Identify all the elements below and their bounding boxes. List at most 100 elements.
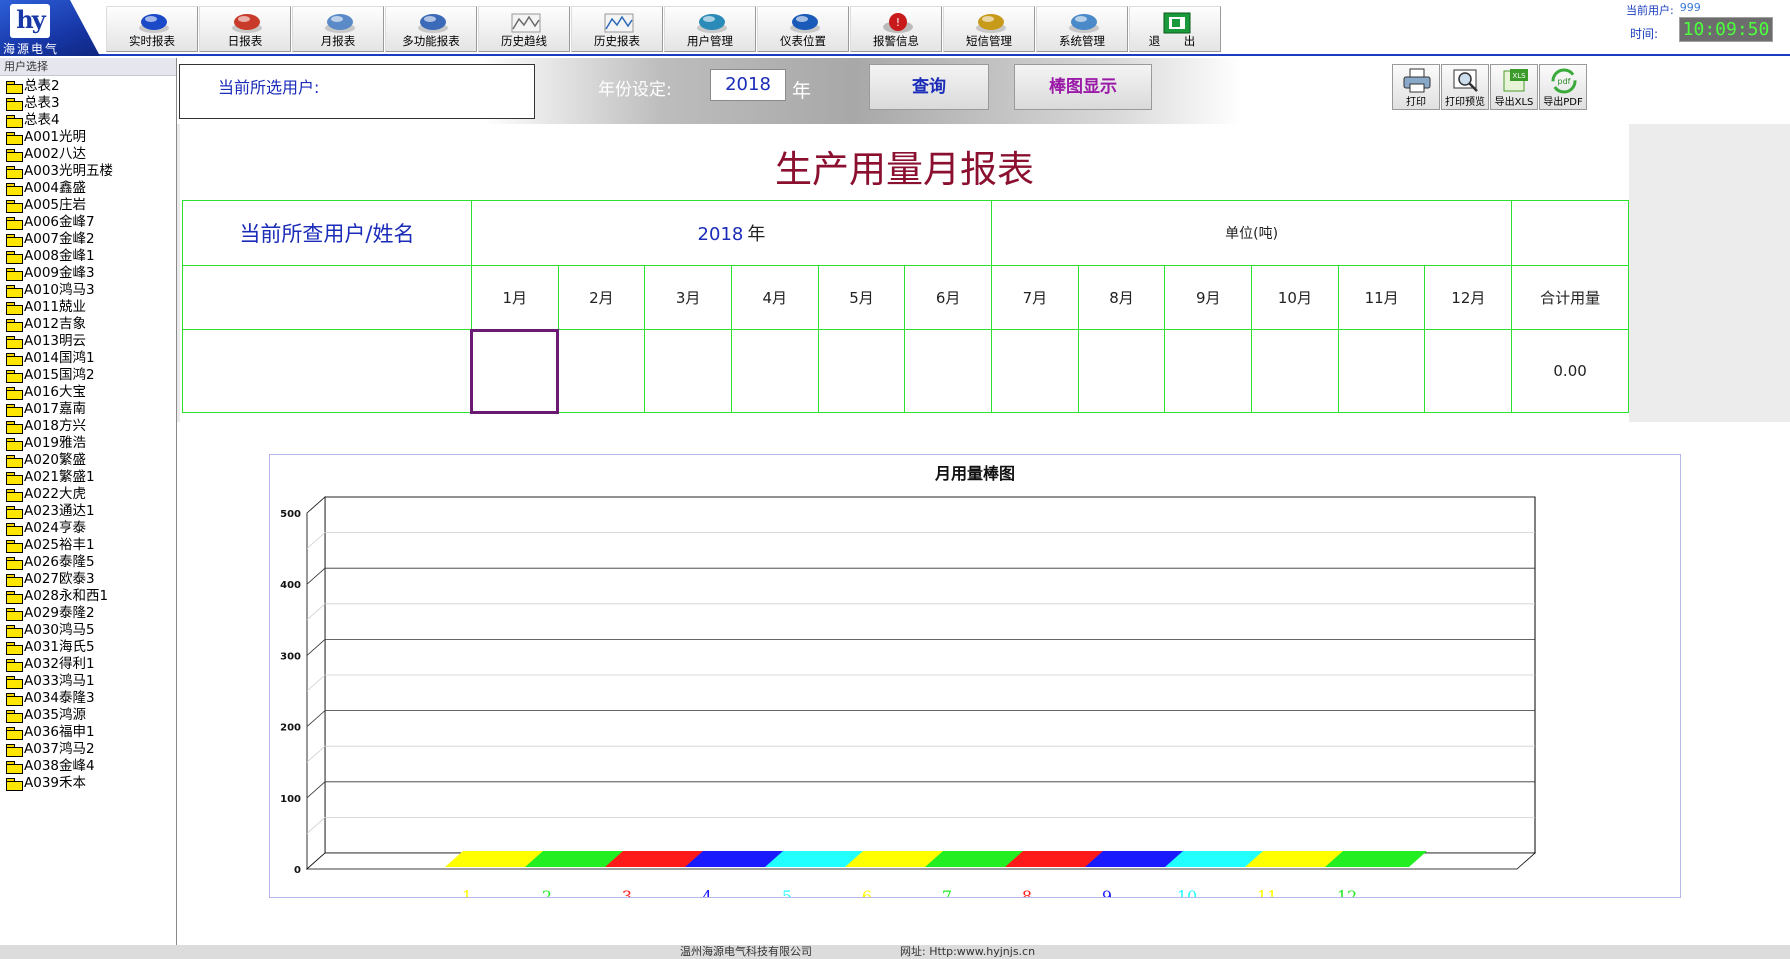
year-input[interactable]: 2018 <box>710 69 786 101</box>
toolbar-button-6[interactable]: 历史报表 <box>571 6 663 52</box>
user-tree-item[interactable]: A020繁盛 <box>0 452 176 469</box>
user-tree-item[interactable]: A028永和西1 <box>0 588 176 605</box>
user-tree-item[interactable]: A014国鸿1 <box>0 350 176 367</box>
folder-icon <box>6 319 23 332</box>
table-header-row: 当前所查用户/姓名 2018 年 单位(吨) <box>182 200 1629 266</box>
user-tree-item[interactable]: A009金峰3 <box>0 265 176 282</box>
user-tree-item-label: A013明云 <box>24 333 87 349</box>
export-pdf-button[interactable]: pdf 导出PDF <box>1539 64 1587 110</box>
user-tree-item[interactable]: A026泰隆5 <box>0 554 176 571</box>
month-value-cell[interactable] <box>1424 329 1513 413</box>
user-tree-item[interactable]: A003光明五楼 <box>0 163 176 180</box>
toolbar-button-4[interactable]: 多功能报表 <box>385 6 477 52</box>
folder-icon <box>6 353 23 366</box>
x-tick-label: 6 <box>862 887 872 897</box>
user-tree-item[interactable]: A024亨泰 <box>0 520 176 537</box>
month-value-cell[interactable] <box>644 329 732 413</box>
y-tick-label: 0 <box>294 865 301 876</box>
toolbar-button-9[interactable]: ! 报警信息 <box>850 6 942 52</box>
user-tree-item[interactable]: A016大宝 <box>0 384 176 401</box>
bar-chart-button[interactable]: 棒图显示 <box>1014 64 1152 110</box>
toolbar-button-11[interactable]: 系统管理 <box>1036 6 1128 52</box>
user-tree-item[interactable]: A029泰隆2 <box>0 605 176 622</box>
toolbar-button-8[interactable]: 仪表位置 <box>757 6 849 52</box>
user-tree-item[interactable]: 总表3 <box>0 95 176 112</box>
month-value-cell[interactable] <box>904 329 993 413</box>
print-button[interactable]: 打印 <box>1392 64 1440 110</box>
user-tree-item[interactable]: A012吉象 <box>0 316 176 333</box>
user-tree-item[interactable]: 总表4 <box>0 112 176 129</box>
chart-area: 月用量棒图 0 100 200 300 400 500 1 2 3 4 5 6 7 8 9 10 11 12 <box>177 422 1790 945</box>
print-preview-button[interactable]: 打印预览 <box>1441 64 1489 110</box>
user-tree-item-label: A017嘉南 <box>24 401 87 417</box>
user-tree-item[interactable]: A021繁盛1 <box>0 469 176 486</box>
month-value-cell[interactable] <box>1337 329 1426 413</box>
user-tree-item[interactable]: A017嘉南 <box>0 401 176 418</box>
month-value-cell[interactable] <box>1164 329 1253 413</box>
user-tree-panel: 用户选择 总表2 总表3 总表4 A001光明 A002八达 A003光明五楼 A004鑫盛… <box>0 58 177 945</box>
user-tree-item[interactable]: A032得利1 <box>0 656 176 673</box>
user-tree-item[interactable]: A030鸿马5 <box>0 622 176 639</box>
user-tree-item[interactable]: A010鸿马3 <box>0 282 176 299</box>
user-tree-item[interactable]: A039禾本 <box>0 775 176 792</box>
toolbar-button-label: 短信管理 <box>966 34 1012 48</box>
user-tree-item[interactable]: A025裕丰1 <box>0 537 176 554</box>
month-value-cell[interactable] <box>1077 329 1166 413</box>
month-value-cell[interactable] <box>470 328 560 414</box>
user-tree-item[interactable]: A019雅浩 <box>0 435 176 452</box>
user-tree-item[interactable]: A036福申1 <box>0 724 176 741</box>
user-tree-item-label: A028永和西1 <box>24 588 109 604</box>
user-tree-item[interactable]: A031海氏5 <box>0 639 176 656</box>
toolbar-button-label: 仪表位置 <box>780 34 826 48</box>
user-tree-item[interactable]: A005庄岩 <box>0 197 176 214</box>
toolbar-button-12[interactable]: 退 出 <box>1129 6 1221 52</box>
toolbar-button-1[interactable]: 实时报表 <box>106 6 198 52</box>
folder-icon <box>6 404 23 417</box>
user-tree-item-label: A019雅浩 <box>24 435 87 451</box>
month-value-cell[interactable] <box>730 329 819 413</box>
user-tree-item[interactable]: A002八达 <box>0 146 176 163</box>
excel-icon: XLS <box>1503 69 1528 92</box>
user-tree-item[interactable]: A038金峰4 <box>0 758 176 775</box>
toolbar-button-10[interactable]: 短信管理 <box>943 6 1035 52</box>
user-tree-item[interactable]: A033鸿马1 <box>0 673 176 690</box>
query-button[interactable]: 查询 <box>869 64 989 110</box>
month-value-cell[interactable] <box>1251 329 1339 413</box>
user-list: 总表2 总表3 总表4 A001光明 A002八达 A003光明五楼 A004鑫盛 A005庄… <box>0 76 176 792</box>
folder-icon <box>6 268 23 281</box>
user-tree-item[interactable]: A004鑫盛 <box>0 180 176 197</box>
folder-icon <box>6 727 23 740</box>
user-tree-item[interactable]: A018方兴 <box>0 418 176 435</box>
export-xls-button[interactable]: XLS 导出XLS <box>1490 64 1538 110</box>
x-tick-label: 8 <box>1022 887 1032 897</box>
user-tree-item[interactable]: A001光明 <box>0 129 176 146</box>
toolbar-button-7[interactable]: 用户管理 <box>664 6 756 52</box>
folder-icon <box>6 744 23 757</box>
user-tree-item[interactable]: A022大虎 <box>0 486 176 503</box>
clock-display: 10:09:50 <box>1679 17 1773 42</box>
toolbar-button-3[interactable]: 月报表 <box>292 6 384 52</box>
user-tree-item[interactable]: 总表2 <box>0 78 176 95</box>
x-tick-label: 7 <box>942 887 952 897</box>
folder-icon <box>6 166 23 179</box>
user-tree-item[interactable]: A015国鸿2 <box>0 367 176 384</box>
user-tree-item[interactable]: A027欧泰3 <box>0 571 176 588</box>
user-tree-item[interactable]: A037鸿马2 <box>0 741 176 758</box>
user-tree-item[interactable]: A008金峰1 <box>0 248 176 265</box>
table-row: 0.00 <box>182 328 1629 414</box>
month-value-cell[interactable] <box>557 329 646 413</box>
toolbar-button-2[interactable]: 日报表 <box>199 6 291 52</box>
user-tree-item[interactable]: A006金峰7 <box>0 214 176 231</box>
month-value-cell[interactable] <box>817 329 906 413</box>
user-tree-item[interactable]: A007金峰2 <box>0 231 176 248</box>
user-tree-item-label: A037鸿马2 <box>24 741 95 757</box>
toolbar-button-5[interactable]: 历史趋线 <box>478 6 570 52</box>
user-tree-item[interactable]: A013明云 <box>0 333 176 350</box>
user-tree-item[interactable]: A011兢业 <box>0 299 176 316</box>
user-tree-item[interactable]: A034泰隆3 <box>0 690 176 707</box>
alarm-icon: ! <box>883 13 913 33</box>
user-tree-item[interactable]: A023通达1 <box>0 503 176 520</box>
month-value-cell[interactable] <box>991 329 1079 413</box>
user-tree-item[interactable]: A035鸿源 <box>0 707 176 724</box>
user-tree-item-label: A007金峰2 <box>24 231 95 247</box>
